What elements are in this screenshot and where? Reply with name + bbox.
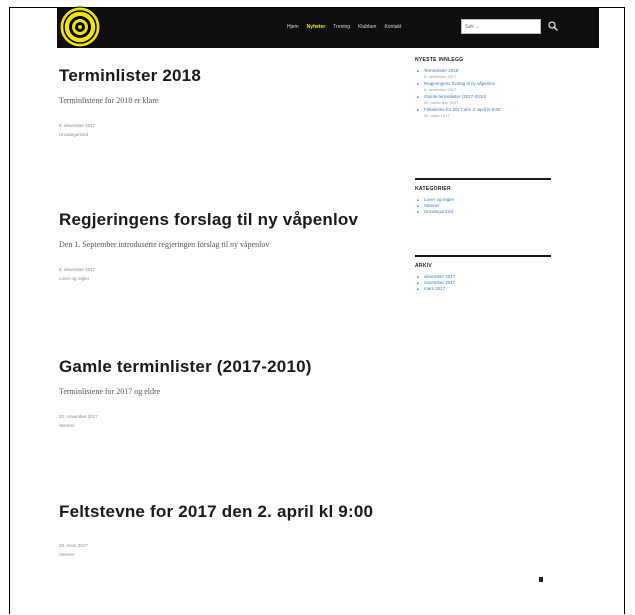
post-date[interactable]: 30. mars 2017 [59, 541, 373, 550]
post-excerpt: Den 1. September introduserte regjeringe… [59, 240, 270, 249]
post-category[interactable]: Stevner [59, 550, 373, 559]
post-category[interactable]: Stevner [59, 421, 312, 430]
post-title[interactable]: Terminlister 2018 [59, 66, 201, 86]
post: Terminlister 2018 Terminlistene for 2018… [59, 66, 201, 139]
nav-item-trening[interactable]: Trening [333, 24, 350, 30]
nav-item-klubben[interactable]: Klubben [358, 24, 376, 30]
post-category[interactable]: Lover og regler [59, 274, 358, 283]
widget-heading: KATEGORIER [415, 186, 451, 192]
widget-heading: NYESTE INNLEGG [415, 57, 464, 63]
nav-item-kontakt[interactable]: Kontakt [384, 24, 401, 30]
post-date[interactable]: 30. november 2017 [59, 412, 312, 421]
post: Gamle terminlister (2017-2010) Terminlis… [59, 357, 312, 430]
post-title[interactable]: Regjeringens forslag til ny våpenlov [59, 210, 358, 230]
recent-post-link[interactable]: Regjeringens forslag til ny våpenlov6. d… [417, 81, 551, 92]
main-nav: Hjem Nyheter Trening Klubben Kontakt [287, 24, 401, 30]
post-date[interactable]: 8. desember 2017 [59, 121, 201, 130]
post-excerpt: Terminlistene for 2018 er klare [59, 96, 159, 105]
search-icon[interactable] [547, 20, 559, 32]
post: Feltstevne for 2017 den 2. april kl 9:00… [59, 502, 373, 559]
archive-link[interactable]: mars 2017 [417, 286, 551, 292]
recent-post-link[interactable]: Feltstevne for 2017 den 2. april kl 9:00… [417, 107, 551, 118]
widget-divider [415, 255, 551, 257]
recent-post-link[interactable]: Terminlister 20188. desember 2017 [417, 68, 551, 79]
category-link[interactable]: Uncategorized [417, 209, 551, 215]
widget-heading: ARKIV [415, 263, 433, 269]
club-logo[interactable] [59, 6, 101, 48]
post-category[interactable]: Uncategorized [59, 130, 201, 139]
search-input[interactable]: Søk ... [461, 19, 541, 34]
widget-divider [415, 178, 551, 180]
post-title[interactable]: Gamle terminlister (2017-2010) [59, 357, 312, 377]
recent-post-link[interactable]: Gamle terminlister (2017-2010)30. novemb… [417, 94, 551, 105]
scroll-top-icon[interactable] [537, 575, 545, 584]
post: Regjeringens forslag til ny våpenlov Den… [59, 210, 358, 283]
post-date[interactable]: 6. desember 2017 [59, 265, 358, 274]
post-excerpt: Terminlistene for 2017 og eldre [59, 387, 161, 396]
nav-item-hjem[interactable]: Hjem [287, 24, 299, 30]
widget-recent-posts: NYESTE INNLEGG Terminlister 20188. desem… [415, 57, 551, 120]
post-title[interactable]: Feltstevne for 2017 den 2. april kl 9:00 [59, 502, 373, 522]
nav-item-nyheter[interactable]: Nyheter [307, 24, 326, 30]
widget-categories: KATEGORIER Lover og regler Stevner Uncat… [415, 178, 551, 215]
widget-archive: ARKIV desember 2017 november 2017 mars 2… [415, 255, 551, 292]
